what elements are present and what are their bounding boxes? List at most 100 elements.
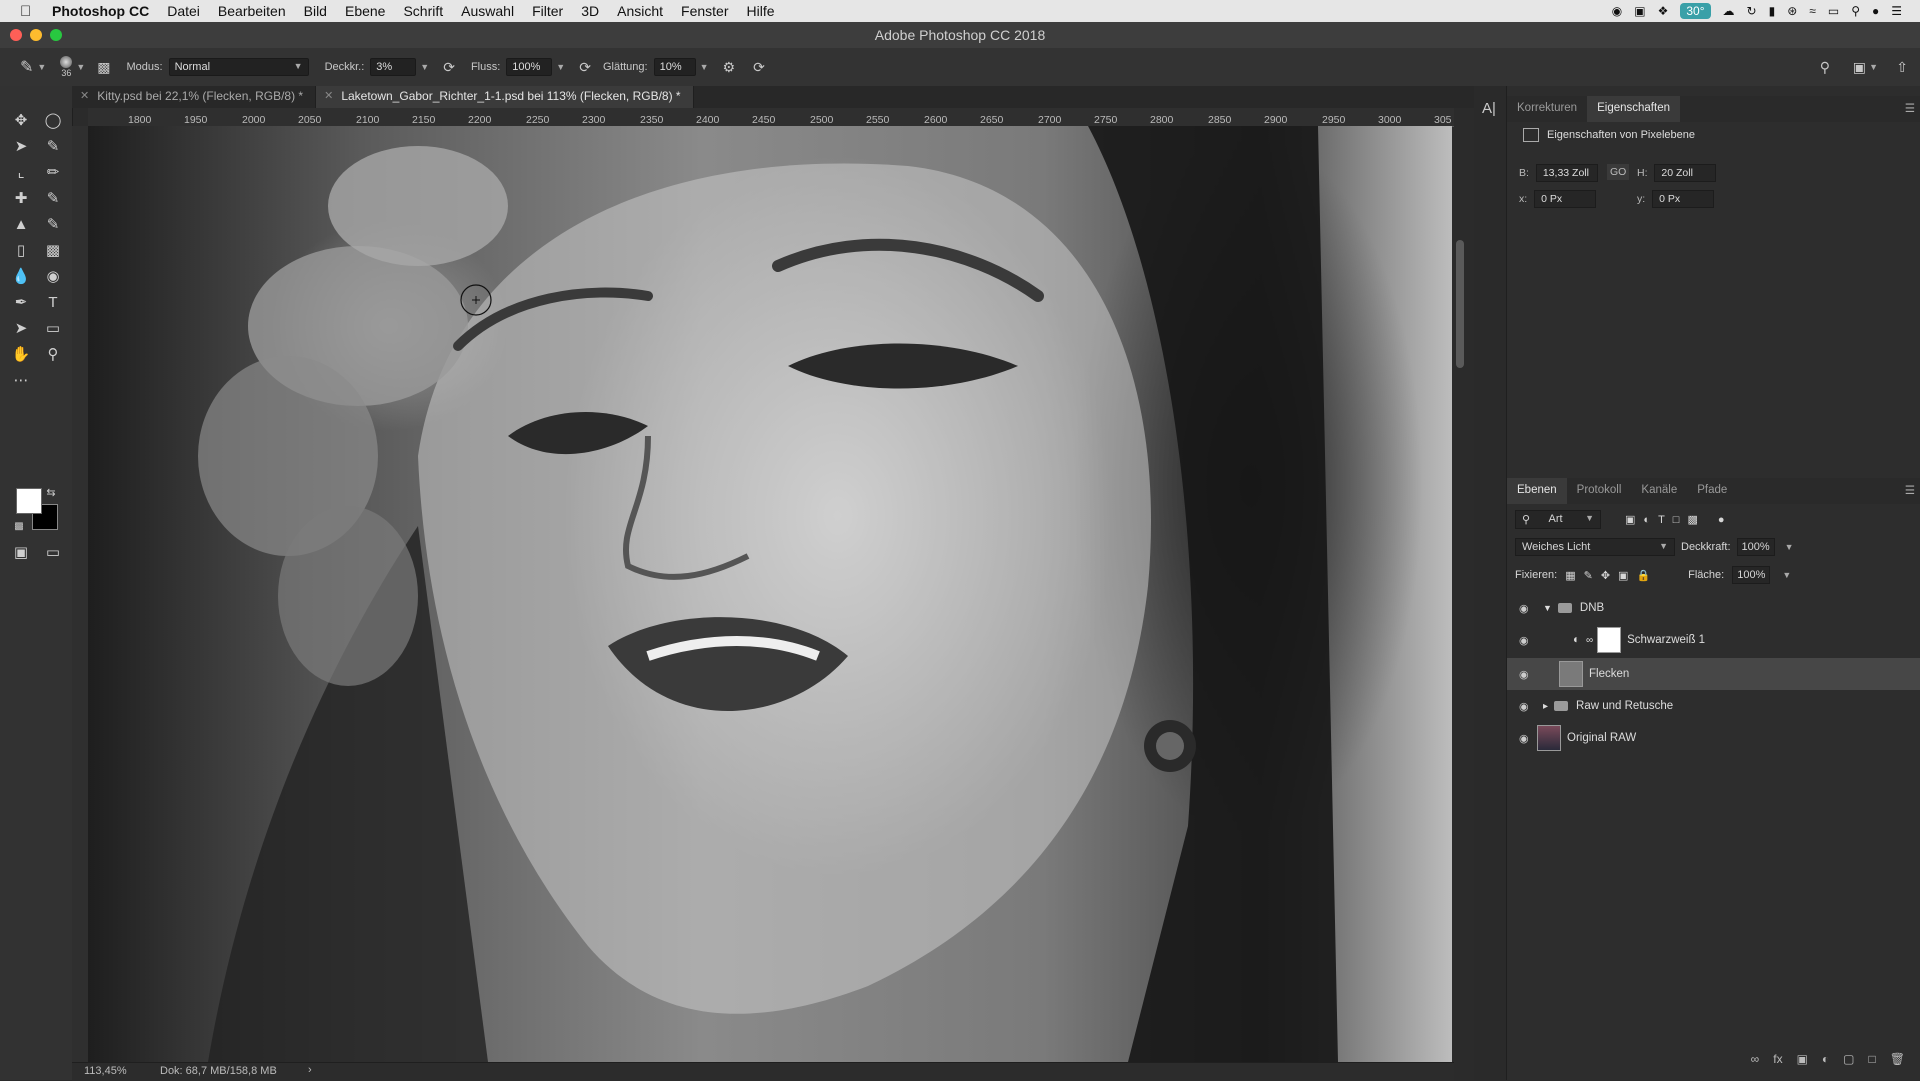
fill-field[interactable]: 100% xyxy=(1732,566,1771,584)
sync-icon[interactable]: ↻ xyxy=(1747,4,1757,18)
brush-preset-chevron-icon[interactable]: ▼ xyxy=(76,62,85,72)
healing-brush-tool-icon[interactable]: ✚ xyxy=(8,188,34,210)
document-canvas[interactable] xyxy=(88,126,1452,1062)
rectangle-tool-icon[interactable]: ▭ xyxy=(40,318,66,340)
share-icon[interactable]: ⇧ xyxy=(1896,59,1908,76)
width-field[interactable]: 13,33 Zoll xyxy=(1535,164,1598,182)
tab-laketown[interactable]: ✕ Laketown_Gabor_Richter_1-1.psd bei 113… xyxy=(316,86,694,108)
menu-hilfe[interactable]: Hilfe xyxy=(747,3,775,19)
move-tool-icon[interactable]: ✥ xyxy=(8,110,34,132)
search-icon[interactable]: ⚲ xyxy=(1820,59,1830,76)
layer-mask-thumbnail[interactable] xyxy=(1597,627,1622,653)
wifi-icon[interactable]: ≈ xyxy=(1809,4,1816,18)
battery-icon[interactable]: ▮ xyxy=(1769,4,1776,18)
record-icon[interactable]: ◉ xyxy=(1612,4,1622,18)
creative-cloud-icon[interactable]: ☁ xyxy=(1723,4,1735,18)
tool-preset-chevron-icon[interactable]: ▼ xyxy=(37,62,46,72)
tab-ebenen[interactable]: Ebenen xyxy=(1507,478,1567,504)
gradient-tool-icon[interactable]: ▩ xyxy=(40,240,66,262)
quick-selection-tool-icon[interactable]: ✎ xyxy=(40,136,66,158)
filter-toggle-icon[interactable]: ● xyxy=(1718,514,1725,526)
menu-fenster[interactable]: Fenster xyxy=(681,3,728,19)
brush-settings-icon[interactable]: ▩ xyxy=(97,59,110,76)
tab-kanaele[interactable]: Kanäle xyxy=(1631,478,1687,504)
visibility-eye-icon[interactable]: ◉ xyxy=(1519,732,1533,745)
layer-row-schwarzweiss[interactable]: ◉ ◐ ∞ Schwarzweiß 1 xyxy=(1507,624,1920,656)
display-icon[interactable]: ▣ xyxy=(1634,4,1645,18)
new-group-icon[interactable]: ▢ xyxy=(1843,1052,1854,1066)
y-field[interactable]: 0 Px xyxy=(1652,190,1715,208)
tab-pfade[interactable]: Pfade xyxy=(1687,478,1737,504)
vertical-scrollbar-thumb[interactable] xyxy=(1456,240,1464,368)
swap-colors-icon[interactable]: ⇆ xyxy=(44,482,58,504)
tab-eigenschaften[interactable]: Eigenschaften xyxy=(1587,96,1680,122)
fill-chevron-icon[interactable]: ▼ xyxy=(1782,570,1791,580)
filter-smart-object-icon[interactable]: ▩ xyxy=(1687,513,1697,526)
character-panel-icon[interactable]: A| xyxy=(1482,100,1496,117)
zoom-level[interactable]: 113,45% xyxy=(84,1065,127,1077)
link-layers-icon[interactable]: ∞ xyxy=(1751,1052,1760,1066)
height-field[interactable]: 20 Zoll xyxy=(1654,164,1717,182)
edit-toolbar-icon[interactable]: ⋯ xyxy=(8,370,34,392)
weather-badge[interactable]: 30° xyxy=(1680,3,1711,19)
type-tool-icon[interactable]: T xyxy=(40,292,66,314)
siri-icon[interactable]: ● xyxy=(1872,4,1879,18)
menu-3d[interactable]: 3D xyxy=(581,3,599,19)
layer-row-original-raw[interactable]: ◉ Original RAW xyxy=(1507,722,1920,754)
brush-tool-selected-icon[interactable]: ✎ xyxy=(40,188,66,210)
menu-bild[interactable]: Bild xyxy=(304,3,327,19)
layer-row-flecken[interactable]: ◉ Flecken xyxy=(1507,658,1920,690)
visibility-eye-icon[interactable]: ◉ xyxy=(1519,634,1533,647)
airplay-icon[interactable]: ▭ xyxy=(1828,4,1839,18)
layer-opacity-field[interactable]: 100% xyxy=(1736,538,1775,556)
clone-stamp-tool-icon[interactable]: ▲ xyxy=(8,214,34,236)
layer-row-dnb[interactable]: ◉ ▼ DNB xyxy=(1507,592,1920,624)
notification-center-icon[interactable]: ☰ xyxy=(1891,4,1902,18)
menu-filter[interactable]: Filter xyxy=(532,3,563,19)
crop-tool-icon[interactable]: ⌞ xyxy=(8,162,34,184)
airbrush-icon[interactable]: ⟳ xyxy=(579,59,591,76)
menu-auswahl[interactable]: Auswahl xyxy=(461,3,514,19)
menu-schrift[interactable]: Schrift xyxy=(403,3,443,19)
menu-bearbeiten[interactable]: Bearbeiten xyxy=(218,3,286,19)
history-brush-tool-icon[interactable]: ✎ xyxy=(40,214,66,236)
add-mask-icon[interactable]: ▣ xyxy=(1797,1052,1808,1066)
dodge-tool-icon[interactable]: ◉ xyxy=(40,266,66,288)
opacity-chevron-icon[interactable]: ▼ xyxy=(1785,542,1794,552)
workspace-icon[interactable]: ▣ xyxy=(1853,59,1866,76)
filter-shape-icon[interactable]: □ xyxy=(1673,514,1680,526)
marquee-tool-icon[interactable]: ◯ xyxy=(40,110,66,132)
layer-style-fx-icon[interactable]: fx xyxy=(1773,1052,1782,1066)
layer-kind-filter-select[interactable]: ⚲ Art ▼ xyxy=(1515,510,1601,529)
filter-type-icon[interactable]: T xyxy=(1658,514,1665,526)
lock-artboard-icon[interactable]: ▣ xyxy=(1618,569,1628,582)
close-tab-icon[interactable]: ✕ xyxy=(324,89,333,102)
tab-protokoll[interactable]: Protokoll xyxy=(1567,478,1632,504)
pressure-opacity-icon[interactable]: ⟳ xyxy=(443,59,455,76)
workspace-chevron-icon[interactable]: ▼ xyxy=(1869,62,1878,72)
smoothing-field[interactable]: 10% xyxy=(653,58,696,76)
eraser-tool-icon[interactable]: ▯ xyxy=(8,240,34,262)
new-layer-icon[interactable]: □ xyxy=(1869,1052,1876,1066)
zoom-tool-icon[interactable]: ⚲ xyxy=(40,344,66,366)
menu-ebene[interactable]: Ebene xyxy=(345,3,385,19)
bluetooth-icon[interactable]: ⊛ xyxy=(1787,4,1797,18)
menu-ansicht[interactable]: Ansicht xyxy=(617,3,663,19)
close-tab-icon[interactable]: ✕ xyxy=(80,89,89,102)
flow-field[interactable]: 100% xyxy=(506,58,553,76)
menu-datei[interactable]: Datei xyxy=(167,3,200,19)
mode-select[interactable]: Normal ▼ xyxy=(168,58,309,76)
opacity-field[interactable]: 3% xyxy=(370,58,417,76)
mask-link-icon[interactable]: ∞ xyxy=(1586,635,1593,646)
pen-tool-icon[interactable]: ✒ xyxy=(8,292,34,314)
menu-app-name[interactable]: Photoshop CC xyxy=(52,3,149,19)
panel-menu-icon[interactable]: ☰ xyxy=(1905,101,1915,115)
brush-tool-icon[interactable]: ✎ xyxy=(20,57,33,77)
filter-pixel-icon[interactable]: ▣ xyxy=(1625,513,1635,526)
screen-mode-icon[interactable]: ▭ xyxy=(40,542,66,564)
lock-image-pixels-icon[interactable]: ✎ xyxy=(1584,569,1593,582)
lock-position-icon[interactable]: ✥ xyxy=(1601,569,1610,582)
smoothing-settings-gear-icon[interactable]: ⚙ xyxy=(723,59,736,76)
visibility-eye-icon[interactable]: ◉ xyxy=(1519,668,1533,681)
lasso-tool-icon[interactable]: ➤ xyxy=(8,136,34,158)
